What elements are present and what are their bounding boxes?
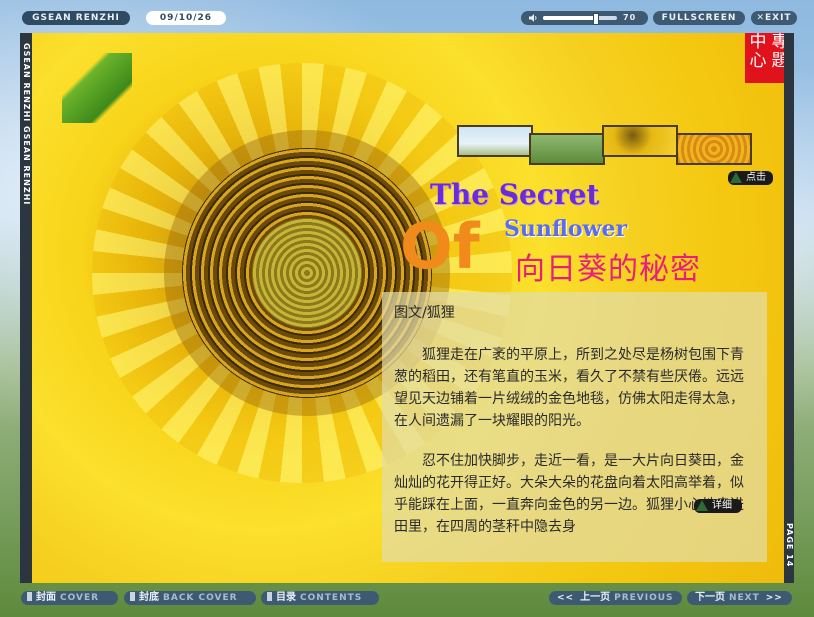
page-icon [27, 592, 32, 601]
title-of: Of [400, 210, 480, 283]
volume-value: 70 [623, 13, 637, 22]
thumbnail-2[interactable] [529, 133, 605, 165]
title-sunflower: Sunflower [504, 216, 628, 242]
badge-char: 題 [771, 51, 785, 71]
site-name: GSEAN RENZHI [22, 11, 130, 25]
magazine-page: GSEAN RENZHI GSEAN RENZHI 中專 心題 点击 The S… [20, 33, 794, 583]
leaf-image [62, 53, 132, 123]
contents-label-cn: 目录 [276, 592, 296, 603]
volume-slider[interactable] [543, 13, 617, 25]
previous-label-en: PREVIOUS [614, 593, 674, 603]
special-topic-badge: 中專 心題 [745, 33, 784, 83]
next-page-button[interactable]: 下一页 NEXT >> [687, 591, 792, 605]
contents-button[interactable]: 目录 CONTENTS [261, 591, 379, 605]
warning-triangle-icon [730, 172, 742, 183]
title-chinese: 向日葵的秘密 [515, 252, 701, 287]
next-label-en: NEXT [729, 593, 760, 603]
sunflower-photo: 中專 心題 点击 The Secret Of Sunflower 向日葵的秘密 … [32, 33, 784, 583]
sunflower-disk-center [252, 218, 362, 328]
page-icon [130, 592, 135, 601]
previous-arrow-icon: << [557, 593, 575, 603]
article-paragraph: 忍不住加快脚步，走近一看，是一大片向日葵田，金灿灿的花开得正好。大朵大朵的花盘向… [394, 453, 744, 535]
article-text-box: 图文/狐狸 狐狸走在广袤的平原上，所到之处尽是杨树包围下青葱的稻田，还有笔直的玉… [382, 292, 767, 562]
badge-char: 心 [749, 51, 767, 71]
thumbnail-3[interactable] [602, 125, 678, 157]
volume-slider-handle[interactable] [592, 13, 599, 25]
cover-label-cn: 封面 [36, 592, 56, 603]
cover-button[interactable]: 封面 COVER [21, 591, 118, 605]
left-spine: GSEAN RENZHI GSEAN RENZHI [20, 33, 32, 583]
title-the-secret: The Secret [430, 178, 600, 211]
right-edge: PAGE 14 [784, 33, 794, 583]
back-cover-label-cn: 封底 [139, 592, 159, 603]
volume-control[interactable]: 70 [521, 11, 648, 25]
detail-tip-label: 详细 [712, 500, 732, 511]
thumbnail-4[interactable] [676, 133, 752, 165]
badge-char: 專 [771, 33, 785, 52]
click-tip[interactable]: 点击 [728, 171, 773, 185]
page-number: PAGE 14 [785, 523, 794, 568]
thumbnail-1[interactable] [457, 125, 533, 157]
article-byline: 图文/狐狸 [394, 305, 455, 321]
next-label-cn: 下一页 [695, 592, 725, 603]
previous-page-button[interactable]: << 上一页 PREVIOUS [549, 591, 682, 605]
spine-text: GSEAN RENZHI GSEAN RENZHI [22, 43, 31, 206]
volume-slider-fill [543, 16, 595, 20]
issue-date: 09/10/26 [146, 11, 226, 25]
next-arrow-icon: >> [765, 593, 783, 603]
contents-label-en: CONTENTS [300, 593, 363, 603]
warning-triangle-icon [696, 500, 708, 511]
click-tip-label: 点击 [746, 172, 766, 183]
page-icon [267, 592, 272, 601]
back-cover-label-en: BACK COVER [163, 593, 238, 603]
exit-button[interactable]: ✕EXIT [751, 11, 797, 25]
previous-label-cn: 上一页 [580, 592, 611, 603]
detail-tip[interactable]: 详细 [694, 499, 742, 513]
back-cover-button[interactable]: 封底 BACK COVER [124, 591, 256, 605]
bottom-navigation: 封面 COVER 封底 BACK COVER 目录 CONTENTS << 上一页 PRE… [0, 589, 814, 609]
speaker-icon[interactable] [528, 13, 538, 23]
fullscreen-button[interactable]: FULLSCREEN [653, 11, 745, 25]
badge-char: 中 [749, 33, 767, 52]
cover-label-en: COVER [60, 593, 100, 603]
article-paragraph: 狐狸走在广袤的平原上，所到之处尽是杨树包围下青葱的稻田，还有笔直的玉米，看久了不… [394, 347, 744, 429]
